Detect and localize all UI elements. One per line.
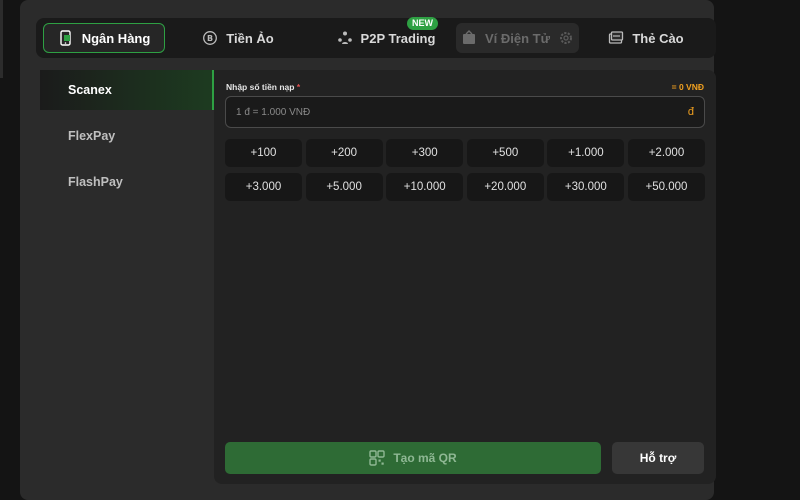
tab-the-cao[interactable]: Thẻ Cào xyxy=(606,23,686,53)
amount-field[interactable]: đ xyxy=(225,96,705,128)
svg-text:B: B xyxy=(207,34,213,43)
amount-button[interactable]: +2.000 xyxy=(627,139,705,167)
payment-tabs: Ngân Hàng B Tiền Ảo P2P Trading NEW Ví Đ… xyxy=(36,17,716,58)
amount-button[interactable]: +100 xyxy=(225,139,302,167)
tab-label: P2P Trading xyxy=(360,30,436,46)
tab-tien-ao[interactable]: B Tiền Ảo xyxy=(198,23,278,53)
amount-button[interactable]: +1.000 xyxy=(547,139,625,167)
tab-label: Ngân Hàng xyxy=(81,30,151,46)
deposit-modal: Ngân Hàng B Tiền Ảo P2P Trading NEW Ví Đ… xyxy=(20,0,716,500)
sidebar-item-label: FlashPay xyxy=(68,175,123,189)
new-badge: NEW xyxy=(407,17,438,30)
scratch-card-icon xyxy=(609,31,624,44)
amount-label: Nhập số tiền nạp * xyxy=(226,82,300,92)
provider-sidebar: Scanex FlexPay FlashPay xyxy=(40,70,214,208)
amount-button[interactable]: +10.000 xyxy=(386,173,464,201)
amount-button[interactable]: +300 xyxy=(386,139,464,167)
e-wallet-icon xyxy=(462,30,475,44)
tab-label: Tiền Ảo xyxy=(226,30,274,46)
amount-button[interactable]: +5.000 xyxy=(305,173,383,201)
background-edge xyxy=(0,0,3,78)
sidebar-item-label: FlexPay xyxy=(68,129,116,143)
tab-label: Thẻ Cào xyxy=(632,30,684,46)
sidebar-item-scanex[interactable]: Scanex xyxy=(40,70,214,110)
create-qr-label: Tạo mã QR xyxy=(393,451,457,465)
amount-label-text: Nhập số tiền nạp xyxy=(226,82,295,92)
sidebar-item-label: Scanex xyxy=(68,83,112,97)
tab-label: Ví Điện Tử xyxy=(484,30,551,46)
qr-code-icon xyxy=(369,450,386,466)
quick-amounts: +100 +200 +300 +500 +1.000 +2.000 +3.000… xyxy=(225,139,705,201)
amount-button[interactable]: +20.000 xyxy=(466,173,544,201)
currency-symbol: đ xyxy=(687,106,694,118)
amount-button[interactable]: +200 xyxy=(305,139,383,167)
amount-button[interactable]: +500 xyxy=(466,139,544,167)
amount-input[interactable] xyxy=(236,106,688,118)
amount-button[interactable]: +30.000 xyxy=(547,173,625,201)
tab-vi-dien-tu[interactable]: Ví Điện Tử xyxy=(456,23,579,53)
required-mark: * xyxy=(296,82,301,92)
tab-p2p-trading[interactable]: P2P Trading NEW xyxy=(336,17,438,53)
amount-button[interactable]: +3.000 xyxy=(225,173,302,201)
crypto-coin-icon: B xyxy=(203,31,218,45)
deposit-panel: Nhập số tiền nạp * = 0 VNĐ đ +100 +200 +… xyxy=(214,70,716,484)
support-button[interactable]: Hỗ trợ xyxy=(612,442,704,474)
create-qr-button[interactable]: Tạo mã QR xyxy=(225,442,601,474)
support-label: Hỗ trợ xyxy=(639,451,677,465)
sidebar-item-flashpay[interactable]: FlashPay xyxy=(40,162,214,202)
vnd-total: = 0 VNĐ xyxy=(671,82,704,92)
sidebar-item-flexpay[interactable]: FlexPay xyxy=(40,116,214,156)
phone-bank-icon xyxy=(59,30,71,46)
p2p-users-icon xyxy=(337,31,352,44)
tab-ngan-hang[interactable]: Ngân Hàng xyxy=(43,23,165,53)
amount-button[interactable]: +50.000 xyxy=(627,173,705,201)
gear-icon xyxy=(560,32,573,44)
